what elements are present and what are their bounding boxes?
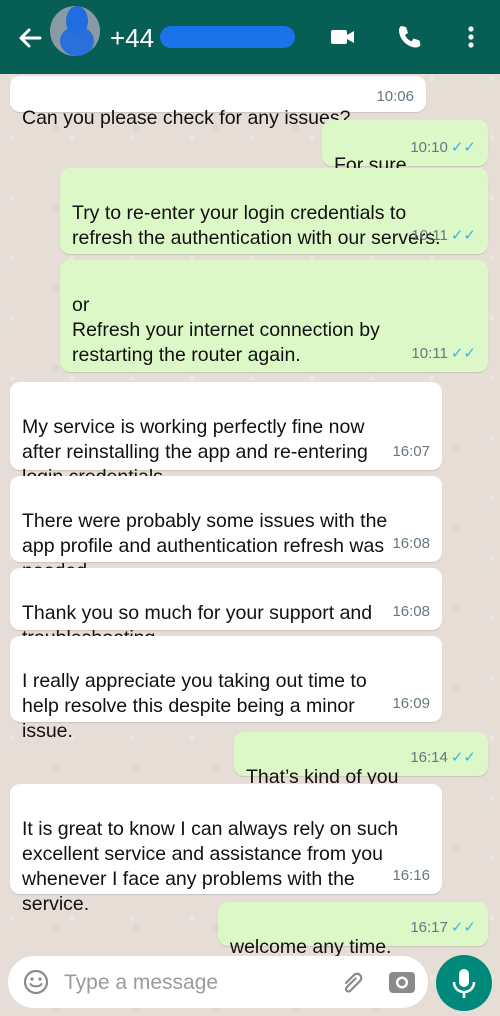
video-call-icon[interactable] bbox=[328, 22, 358, 52]
message-bubble-incoming[interactable]: Thank you so much for your support and t… bbox=[10, 568, 442, 649]
message-bubble-outgoing[interactable]: For sure 10:10 ✓✓ bbox=[322, 120, 488, 176]
avatar[interactable] bbox=[50, 6, 100, 56]
back-arrow-icon[interactable] bbox=[14, 22, 46, 54]
chat-header: +44 bbox=[0, 0, 500, 74]
camera-icon[interactable] bbox=[386, 966, 418, 998]
message-time: 16:16 bbox=[392, 867, 430, 884]
message-bubble-incoming[interactable]: I really appreciate you taking out time … bbox=[10, 636, 442, 742]
message-bubble-outgoing[interactable]: welcome any time. 16:17 ✓✓ bbox=[218, 902, 488, 958]
message-bubble-incoming[interactable]: It is great to know I can always rely on… bbox=[10, 784, 442, 915]
message-text: or Refresh your internet connection by r… bbox=[72, 294, 380, 366]
read-receipt-icon: ✓✓ bbox=[450, 749, 476, 766]
more-options-icon[interactable] bbox=[456, 22, 486, 52]
message-bubble-outgoing[interactable]: That’s kind of you 16:14 ✓✓ bbox=[234, 732, 488, 788]
read-receipt-icon: ✓✓ bbox=[450, 345, 476, 362]
message-composer bbox=[8, 956, 428, 1008]
message-time: 16:07 bbox=[392, 443, 430, 460]
mic-icon bbox=[452, 969, 476, 998]
message-bubble-outgoing[interactable]: or Refresh your internet connection by r… bbox=[60, 260, 488, 372]
message-time: 10:06 bbox=[376, 88, 414, 105]
message-time: 16:09 bbox=[392, 695, 430, 712]
message-time: 10:11 bbox=[411, 227, 448, 244]
contact-phone[interactable]: +44 bbox=[110, 23, 154, 54]
message-text: welcome any time. bbox=[230, 936, 392, 958]
message-time: 16:17 bbox=[410, 919, 448, 936]
mic-button[interactable] bbox=[436, 955, 492, 1011]
read-receipt-icon: ✓✓ bbox=[450, 139, 476, 156]
message-time: 16:08 bbox=[392, 535, 430, 552]
message-bubble-outgoing[interactable]: Try to re-enter your login credentials t… bbox=[60, 168, 488, 254]
read-receipt-icon: ✓✓ bbox=[450, 227, 476, 244]
message-time: 10:10 bbox=[410, 139, 448, 156]
message-text: Try to re-enter your login credentials t… bbox=[72, 202, 441, 249]
message-bubble-incoming[interactable]: Can you please check for any issues? 10:… bbox=[10, 76, 426, 129]
phone-call-icon[interactable] bbox=[394, 22, 424, 52]
message-time: 10:11 bbox=[411, 345, 448, 362]
message-bubble-incoming[interactable]: There were probably some issues with the… bbox=[10, 476, 442, 582]
message-bubble-incoming[interactable]: My service is working perfectly fine now… bbox=[10, 382, 442, 488]
message-text: Can you please check for any issues? bbox=[22, 107, 351, 129]
message-input[interactable] bbox=[62, 966, 316, 1000]
redacted-number bbox=[160, 26, 295, 48]
emoji-icon[interactable] bbox=[22, 968, 50, 996]
attach-icon[interactable] bbox=[338, 968, 366, 996]
message-time: 16:14 bbox=[410, 749, 448, 766]
read-receipt-icon: ✓✓ bbox=[450, 919, 476, 936]
message-time: 16:08 bbox=[392, 603, 430, 620]
